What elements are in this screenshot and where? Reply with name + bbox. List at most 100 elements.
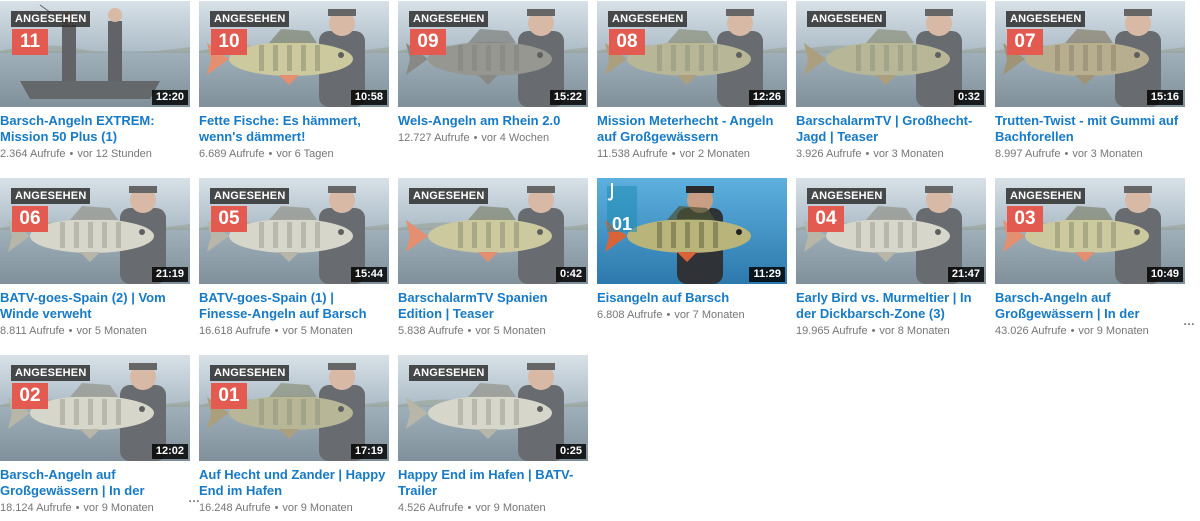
video-title-link[interactable]: Happy End im Hafen | BATV-Trailer bbox=[398, 467, 588, 499]
video-thumbnail[interactable]: 09 ANGESEHEN 15:22 bbox=[398, 1, 588, 107]
video-title-link[interactable]: BATV-goes-Spain (2) | Vom Winde verweht bbox=[0, 290, 190, 322]
duration-label: 0:42 bbox=[555, 267, 586, 282]
watched-badge: ANGESEHEN bbox=[409, 365, 489, 381]
episode-number-badge: 02 bbox=[12, 383, 48, 409]
video-title-link[interactable]: Auf Hecht und Zander | Happy End im Hafe… bbox=[199, 467, 389, 499]
view-count: 3.926 Aufrufe bbox=[796, 148, 862, 160]
duration-label: 10:49 bbox=[1146, 267, 1183, 282]
view-count: 43.026 Aufrufe bbox=[995, 325, 1067, 337]
video-thumbnail[interactable]: 07 ANGESEHEN 15:16 bbox=[995, 1, 1185, 107]
view-count: 12.727 Aufrufe bbox=[398, 132, 470, 144]
duration-label: 12:20 bbox=[151, 90, 188, 105]
video-card: ANGESEHEN 0:42 BarschalarmTV Spanien Editi… bbox=[398, 178, 588, 338]
upload-age: vor 5 Monaten bbox=[282, 325, 353, 337]
episode-number-badge: 05 bbox=[211, 206, 247, 232]
view-count: 18.124 Aufrufe bbox=[0, 502, 72, 514]
video-meta: 8.997 Aufrufe • vor 3 Monaten bbox=[995, 148, 1185, 161]
video-thumbnail[interactable]: 10 ANGESEHEN 10:58 bbox=[199, 1, 389, 107]
video-thumbnail[interactable]: ANGESEHEN 0:32 bbox=[796, 1, 986, 107]
video-title-link[interactable]: Fette Fische: Es hämmert, wenn's dämmert… bbox=[199, 113, 389, 145]
meta-separator: • bbox=[69, 148, 74, 160]
video-title-link[interactable]: Wels-Angeln am Rhein 2.0 bbox=[398, 113, 588, 129]
video-title-link[interactable]: Early Bird vs. Murmeltier | In der Dickb… bbox=[796, 290, 986, 322]
duration-label: 15:22 bbox=[549, 90, 586, 105]
duration-label: 0:25 bbox=[555, 444, 586, 459]
video-meta: 4.526 Aufrufe • vor 9 Monaten bbox=[398, 502, 588, 515]
duration-label: 0:32 bbox=[953, 90, 984, 105]
view-count: 11.538 Aufrufe bbox=[597, 148, 668, 160]
video-meta: 6.689 Aufrufe • vor 6 Tagen bbox=[199, 148, 389, 161]
video-thumbnail[interactable]: 11 ANGESEHEN 12:20 bbox=[0, 1, 190, 107]
fishing-hook-icon bbox=[607, 183, 613, 201]
video-meta: 11.538 Aufrufe • vor 2 Monaten bbox=[597, 148, 787, 161]
watched-badge: ANGESEHEN bbox=[409, 11, 489, 27]
video-card: 01 11:29 Eisangeln auf Barsch 6.808 Aufrufe… bbox=[597, 178, 787, 322]
meta-separator: • bbox=[274, 325, 279, 337]
duration-label: 10:58 bbox=[350, 90, 387, 105]
video-card: 06 ANGESEHEN 21:19 BATV-goes-Spain (2) | Vo… bbox=[0, 178, 190, 338]
video-meta: 18.124 Aufrufe • vor 9 Monaten bbox=[0, 502, 190, 515]
video-thumbnail[interactable]: 08 ANGESEHEN 12:26 bbox=[597, 1, 787, 107]
view-count: 8.811 Aufrufe bbox=[0, 325, 65, 337]
video-title-link[interactable]: BarschalarmTV Spanien Edition | Teaser bbox=[398, 290, 588, 322]
duration-label: 12:26 bbox=[748, 90, 785, 105]
video-thumbnail[interactable]: 04 ANGESEHEN 21:47 bbox=[796, 178, 986, 284]
video-meta: 19.965 Aufrufe • vor 8 Monaten bbox=[796, 325, 986, 338]
upload-age: vor 3 Monaten bbox=[1072, 148, 1143, 160]
video-card: 02 ANGESEHEN 12:02 Barsch-Angeln auf Großge… bbox=[0, 355, 200, 515]
duration-label: 15:44 bbox=[350, 267, 387, 282]
video-thumbnail[interactable]: 01 ANGESEHEN 17:19 bbox=[199, 355, 389, 461]
upload-age: vor 4 Wochen bbox=[481, 132, 550, 144]
episode-number-badge: 06 bbox=[12, 206, 48, 232]
video-thumbnail[interactable]: ANGESEHEN 0:25 bbox=[398, 355, 588, 461]
video-card: 01 ANGESEHEN 17:19 Auf Hecht und Zander | H… bbox=[199, 355, 389, 515]
watched-badge: ANGESEHEN bbox=[1006, 188, 1086, 204]
video-title-link[interactable]: BarschalarmTV | Großhecht-Jagd | Teaser bbox=[796, 113, 986, 145]
video-meta: 12.727 Aufrufe • vor 4 Wochen bbox=[398, 132, 588, 145]
episode-number-badge: 09 bbox=[410, 29, 446, 55]
view-count: 6.689 Aufrufe bbox=[199, 148, 265, 160]
episode-number-badge: 04 bbox=[808, 206, 844, 232]
episode-number-badge: 11 bbox=[12, 29, 48, 55]
video-card: 07 ANGESEHEN 15:16 Trutten-Twist - mit Gumm… bbox=[995, 1, 1185, 161]
video-meta: 8.811 Aufrufe • vor 5 Monaten bbox=[0, 325, 190, 338]
watched-badge: ANGESEHEN bbox=[11, 11, 91, 27]
video-thumbnail[interactable]: 02 ANGESEHEN 12:02 bbox=[0, 355, 190, 461]
video-meta: 16.618 Aufrufe • vor 5 Monaten bbox=[199, 325, 389, 338]
upload-age: vor 9 Monaten bbox=[83, 502, 154, 514]
watched-badge: ANGESEHEN bbox=[409, 188, 489, 204]
meta-separator: • bbox=[75, 502, 80, 514]
video-title-link[interactable]: Barsch-Angeln EXTREM: Mission 50 Plus (1… bbox=[0, 113, 190, 145]
video-title-link[interactable]: Trutten-Twist - mit Gummi auf Bachforell… bbox=[995, 113, 1185, 145]
video-meta: 43.026 Aufrufe • vor 9 Monaten bbox=[995, 325, 1185, 338]
watched-badge: ANGESEHEN bbox=[807, 188, 887, 204]
video-meta: 5.838 Aufrufe • vor 5 Monaten bbox=[398, 325, 588, 338]
video-title-link[interactable]: Mission Meterhecht - Angeln auf Großgewä… bbox=[597, 113, 787, 145]
video-title-link[interactable]: Barsch-Angeln auf Großgewässern | In der bbox=[995, 290, 1185, 322]
video-thumbnail[interactable]: ANGESEHEN 0:42 bbox=[398, 178, 588, 284]
view-count: 16.618 Aufrufe bbox=[199, 325, 271, 337]
upload-age: vor 7 Monaten bbox=[674, 309, 745, 321]
meta-separator: • bbox=[473, 132, 478, 144]
duration-label: 12:02 bbox=[151, 444, 188, 459]
video-title-link[interactable]: Eisangeln auf Barsch bbox=[597, 290, 787, 306]
video-thumbnail[interactable]: 05 ANGESEHEN 15:44 bbox=[199, 178, 389, 284]
video-thumbnail[interactable]: 01 11:29 bbox=[597, 178, 787, 284]
video-title-link[interactable]: BATV-goes-Spain (1) | Finesse-Angeln auf… bbox=[199, 290, 389, 322]
video-card: 09 ANGESEHEN 15:22 Wels-Angeln am Rhein 2.0… bbox=[398, 1, 588, 145]
upload-age: vor 5 Monaten bbox=[76, 325, 147, 337]
watched-badge: ANGESEHEN bbox=[807, 11, 887, 27]
meta-separator: • bbox=[467, 502, 472, 514]
view-count: 16.248 Aufrufe bbox=[199, 502, 271, 514]
video-title-link[interactable]: Barsch-Angeln auf Großgewässern | In der bbox=[0, 467, 190, 499]
episode-number-badge: 07 bbox=[1007, 29, 1043, 55]
video-card: ANGESEHEN 0:32 BarschalarmTV | Großhecht-J… bbox=[796, 1, 986, 161]
video-thumbnail[interactable]: 03 ANGESEHEN 10:49 bbox=[995, 178, 1185, 284]
meta-separator: • bbox=[467, 325, 472, 337]
video-thumbnail[interactable]: 06 ANGESEHEN 21:19 bbox=[0, 178, 190, 284]
watched-badge: ANGESEHEN bbox=[608, 11, 688, 27]
upload-age: vor 9 Monaten bbox=[1078, 325, 1149, 337]
ellipsis-icon[interactable]: … bbox=[1183, 314, 1195, 328]
video-card: 11 ANGESEHEN 12:20 Barsch-Angeln EXTREM: Mi… bbox=[0, 1, 190, 161]
video-card: 05 ANGESEHEN 15:44 BATV-goes-Spain (1) | Fi… bbox=[199, 178, 389, 338]
